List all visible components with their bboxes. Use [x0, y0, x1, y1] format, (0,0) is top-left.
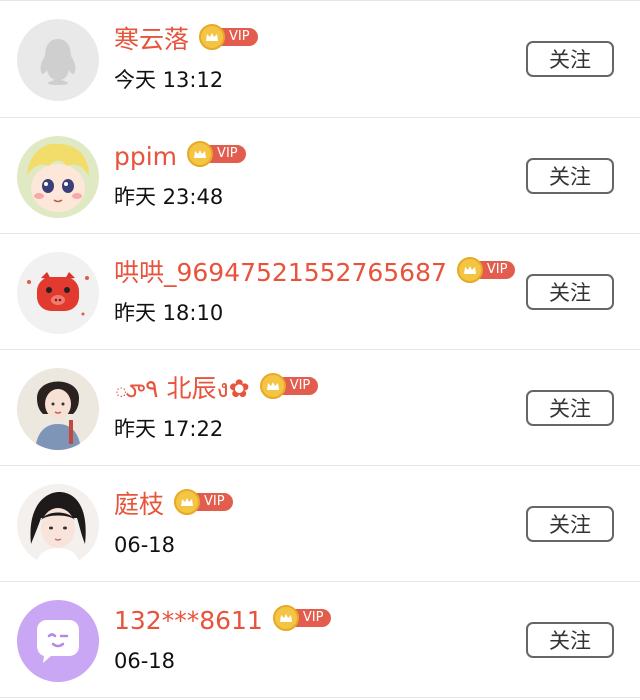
red-pig-avatar-icon: [17, 252, 99, 334]
follower-list: 寒云落 VIP 今天 13:12 关注 ppim VIP 昨天 23:48 关注…: [0, 0, 640, 698]
purple-chat-avatar-icon: [17, 600, 99, 682]
cartoon-girl-avatar-icon: [17, 136, 99, 218]
user-name[interactable]: ppim: [114, 140, 177, 174]
avatar[interactable]: [17, 19, 99, 101]
user-name[interactable]: 庭枝: [114, 488, 164, 522]
crown-icon: [456, 257, 483, 283]
follow-button[interactable]: 关注: [526, 274, 614, 310]
user-name[interactable]: ూ٩ 北辰ง✿: [114, 372, 250, 406]
follow-button[interactable]: 关注: [526, 622, 614, 658]
user-name[interactable]: 寒云落: [114, 23, 189, 57]
vip-badge: VIP: [187, 141, 246, 167]
crown-icon: [174, 489, 201, 515]
vip-badge: VIP: [259, 373, 319, 399]
follow-time: 昨天 23:48: [114, 185, 224, 209]
vip-badge: VIP: [456, 257, 516, 283]
follow-button[interactable]: 关注: [526, 390, 614, 426]
avatar[interactable]: [17, 484, 99, 566]
avatar[interactable]: [17, 600, 99, 682]
list-item[interactable]: 哄哄_96947521552765687 VIP 昨天 18:10 关注: [0, 234, 640, 350]
follow-button[interactable]: 关注: [526, 41, 614, 77]
girl-photo-avatar-icon: [17, 484, 99, 566]
vip-badge: VIP: [272, 605, 332, 631]
vip-badge: VIP: [174, 489, 233, 515]
follow-time: 昨天 17:22: [114, 417, 224, 441]
list-item[interactable]: 庭枝 VIP 06-18 关注: [0, 466, 640, 582]
follow-button[interactable]: 关注: [526, 506, 614, 542]
illustrated-woman-avatar-icon: [17, 368, 99, 450]
list-item[interactable]: 132***8611 VIP 06-18 关注: [0, 582, 640, 698]
follow-time: 06-18: [114, 649, 176, 673]
crown-icon: [259, 373, 286, 399]
user-name[interactable]: 132***8611: [114, 604, 263, 638]
crown-icon: [199, 24, 226, 50]
default-penguin-avatar-icon: [17, 19, 99, 101]
follow-button[interactable]: 关注: [526, 158, 614, 194]
list-item[interactable]: ూ٩ 北辰ง✿ VIP 昨天 17:22 关注: [0, 350, 640, 466]
avatar[interactable]: [17, 368, 99, 450]
crown-icon: [272, 605, 299, 631]
crown-icon: [187, 141, 214, 167]
avatar[interactable]: [17, 136, 99, 218]
list-item[interactable]: 寒云落 VIP 今天 13:12 关注: [0, 0, 640, 118]
avatar[interactable]: [17, 252, 99, 334]
user-name[interactable]: 哄哄_96947521552765687: [114, 256, 447, 290]
follow-time: 昨天 18:10: [114, 301, 224, 325]
vip-badge: VIP: [199, 24, 258, 50]
list-item[interactable]: ppim VIP 昨天 23:48 关注: [0, 118, 640, 234]
follow-time: 06-18: [114, 533, 176, 557]
follow-time: 今天 13:12: [114, 68, 224, 92]
